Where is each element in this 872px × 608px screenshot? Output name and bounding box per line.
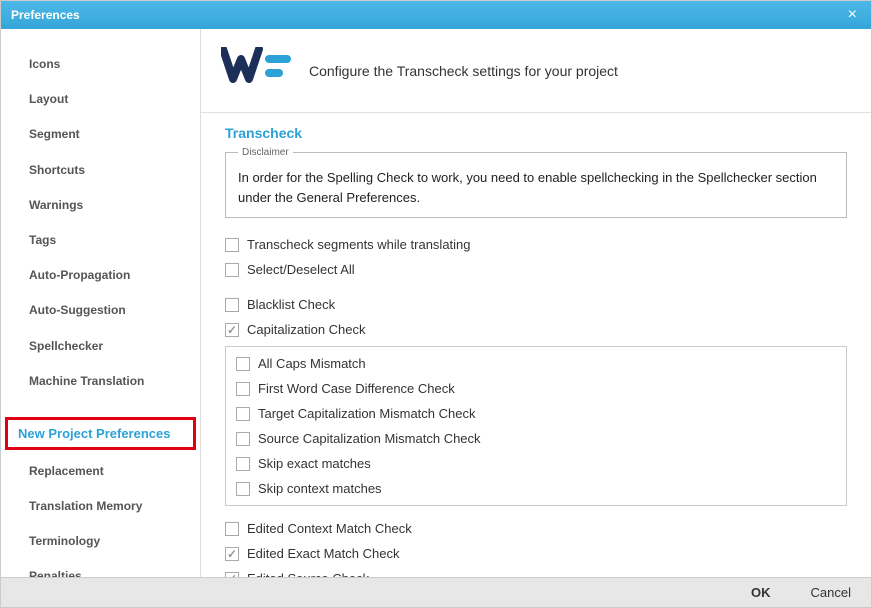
ok-button[interactable]: OK bbox=[751, 585, 771, 600]
sidebar-item-segment[interactable]: Segment bbox=[1, 119, 200, 150]
check-edited-exact-match[interactable]: Edited Exact Match Check bbox=[225, 541, 847, 566]
check-edited-context-match[interactable]: Edited Context Match Check bbox=[225, 516, 847, 541]
window-title: Preferences bbox=[11, 8, 844, 22]
checkbox-icon[interactable] bbox=[225, 323, 239, 337]
disclaimer-text: In order for the Spelling Check to work,… bbox=[238, 168, 834, 207]
sidebar-item-tags[interactable]: Tags bbox=[1, 225, 200, 256]
check-target-cap-mismatch[interactable]: Target Capitalization Mismatch Check bbox=[236, 401, 836, 426]
section-title: Transcheck bbox=[225, 125, 847, 141]
check-blacklist[interactable]: Blacklist Check bbox=[225, 292, 847, 317]
checkbox-icon[interactable] bbox=[236, 382, 250, 396]
sidebar-item-warnings[interactable]: Warnings bbox=[1, 190, 200, 221]
capitalization-subgroup: All Caps Mismatch First Word Case Differ… bbox=[225, 346, 847, 506]
checkbox-icon[interactable] bbox=[236, 407, 250, 421]
content-area: Transcheck Disclaimer In order for the S… bbox=[201, 113, 871, 577]
check-source-cap-mismatch[interactable]: Source Capitalization Mismatch Check bbox=[236, 426, 836, 451]
sidebar-item-machine-translation[interactable]: Machine Translation bbox=[1, 366, 200, 397]
disclaimer-legend: Disclaimer bbox=[238, 147, 293, 158]
sidebar-item-spellchecker[interactable]: Spellchecker bbox=[1, 331, 200, 362]
checkbox-icon[interactable] bbox=[236, 432, 250, 446]
sidebar-item-layout[interactable]: Layout bbox=[1, 84, 200, 115]
window-titlebar: Preferences × bbox=[1, 1, 871, 29]
check-skip-context[interactable]: Skip context matches bbox=[236, 476, 836, 501]
checkbox-icon[interactable] bbox=[225, 547, 239, 561]
page-header: Configure the Transcheck settings for yo… bbox=[201, 29, 871, 113]
sidebar-item-auto-propagation[interactable]: Auto-Propagation bbox=[1, 260, 200, 291]
app-logo-icon bbox=[221, 47, 295, 94]
sidebar-item-icons[interactable]: Icons bbox=[1, 49, 200, 80]
sidebar-item-shortcuts[interactable]: Shortcuts bbox=[1, 155, 200, 186]
check-skip-exact[interactable]: Skip exact matches bbox=[236, 451, 836, 476]
highlight-box-section: New Project Preferences bbox=[5, 417, 196, 450]
sidebar-item-auto-suggestion[interactable]: Auto-Suggestion bbox=[1, 295, 200, 326]
check-select-deselect-all[interactable]: Select/Deselect All bbox=[225, 257, 847, 282]
dialog-footer: OK Cancel bbox=[1, 577, 871, 607]
sidebar-item-penalties[interactable]: Penalties bbox=[1, 561, 200, 577]
page-subtitle: Configure the Transcheck settings for yo… bbox=[309, 63, 618, 79]
check-first-word-case[interactable]: First Word Case Difference Check bbox=[236, 376, 836, 401]
checkbox-icon[interactable] bbox=[225, 263, 239, 277]
sidebar-item-translation-memory[interactable]: Translation Memory bbox=[1, 491, 200, 522]
checkbox-icon[interactable] bbox=[225, 298, 239, 312]
sidebar-section-header: New Project Preferences bbox=[8, 420, 193, 447]
checkbox-icon[interactable] bbox=[236, 482, 250, 496]
check-transcheck-while-translating[interactable]: Transcheck segments while translating bbox=[225, 232, 847, 257]
check-capitalization[interactable]: Capitalization Check bbox=[225, 317, 847, 342]
sidebar-item-terminology[interactable]: Terminology bbox=[1, 526, 200, 557]
cancel-button[interactable]: Cancel bbox=[811, 585, 851, 600]
check-edited-source[interactable]: Edited Source Check bbox=[225, 566, 847, 577]
checkbox-icon[interactable] bbox=[225, 522, 239, 536]
close-icon[interactable]: × bbox=[844, 6, 861, 24]
checkbox-icon[interactable] bbox=[236, 357, 250, 371]
check-all-caps-mismatch[interactable]: All Caps Mismatch bbox=[236, 351, 836, 376]
checkbox-icon[interactable] bbox=[236, 457, 250, 471]
checkbox-icon[interactable] bbox=[225, 238, 239, 252]
sidebar-item-replacement[interactable]: Replacement bbox=[1, 456, 200, 487]
disclaimer-box: Disclaimer In order for the Spelling Che… bbox=[225, 147, 847, 218]
sidebar: Icons Layout Segment Shortcuts Warnings … bbox=[1, 29, 201, 577]
